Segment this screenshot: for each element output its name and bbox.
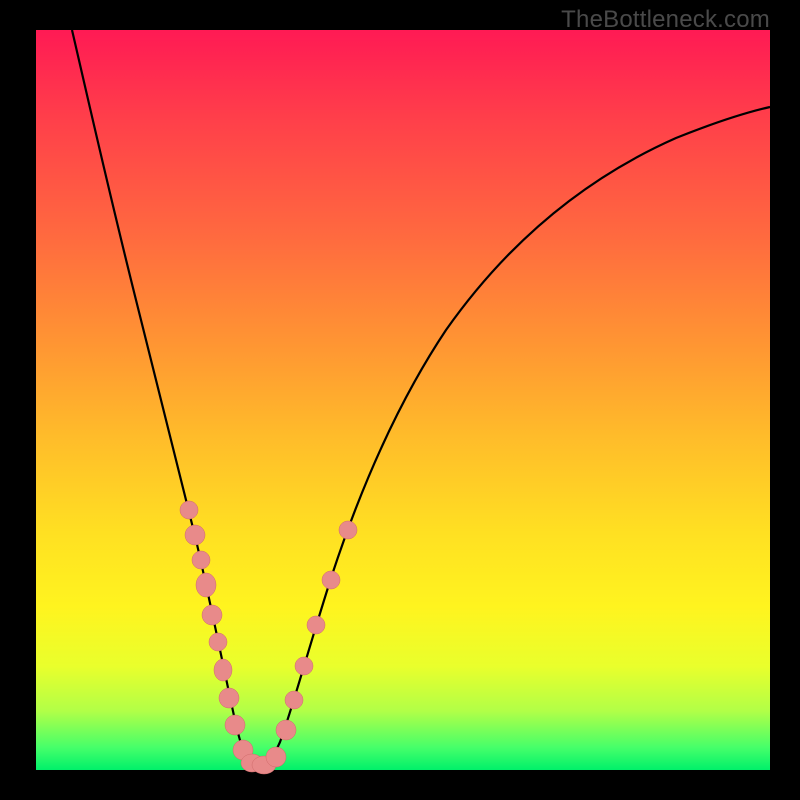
plot-area <box>36 30 770 770</box>
chart-frame: TheBottleneck.com <box>0 0 800 800</box>
sample-dots <box>180 501 357 774</box>
bottleneck-curve <box>36 30 770 770</box>
curve-path <box>72 30 770 768</box>
